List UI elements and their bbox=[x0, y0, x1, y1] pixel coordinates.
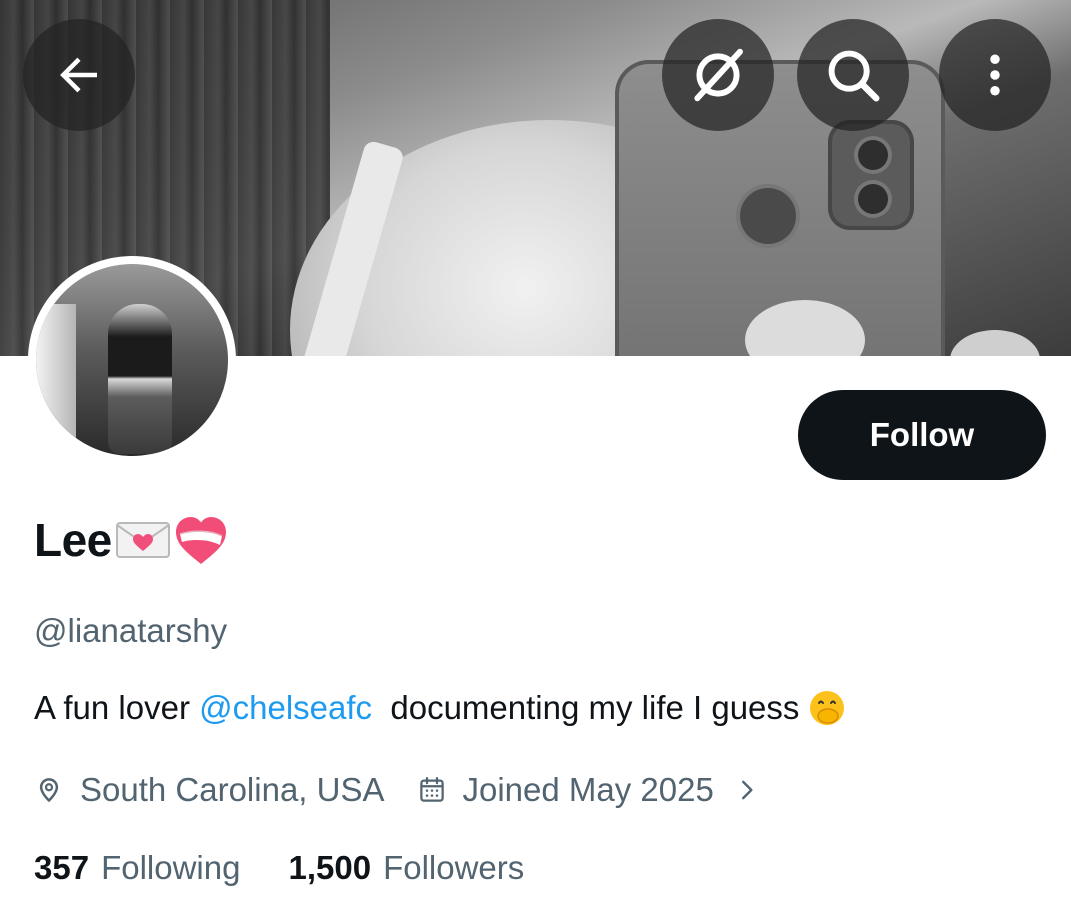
followers-count: 1,500 bbox=[288, 849, 372, 886]
following-label: Following bbox=[101, 849, 241, 886]
following-count: 357 bbox=[34, 849, 90, 886]
joined-item[interactable]: Joined May 2025 bbox=[417, 771, 776, 809]
love-letter-emoji bbox=[115, 522, 170, 558]
display-name-text: Lee bbox=[34, 514, 112, 566]
avatar-photo bbox=[36, 264, 228, 456]
display-name-emojis bbox=[114, 512, 230, 568]
chevron-right-icon[interactable] bbox=[734, 777, 776, 803]
banner-photo-lens bbox=[858, 184, 888, 214]
calendar-icon bbox=[419, 777, 444, 802]
avatar-photo-figure bbox=[108, 304, 172, 454]
more-vertical-icon bbox=[990, 54, 1000, 96]
profile-handle: @lianatarshy bbox=[34, 612, 228, 649]
profile-avatar[interactable] bbox=[28, 256, 236, 464]
grok-button[interactable] bbox=[662, 19, 774, 131]
grok-icon bbox=[694, 48, 743, 102]
profile-bio: A fun lover @chelseafc documenting my li… bbox=[34, 688, 847, 728]
display-name: Lee bbox=[34, 512, 230, 568]
avatar-photo-door bbox=[36, 304, 76, 456]
location-pin-icon bbox=[39, 778, 59, 803]
arrow-left-icon bbox=[60, 57, 97, 93]
followers-label: Followers bbox=[383, 849, 525, 886]
search-icon bbox=[828, 50, 880, 102]
follow-button[interactable]: Follow bbox=[798, 390, 1046, 480]
back-button[interactable] bbox=[23, 19, 135, 131]
search-button[interactable] bbox=[797, 19, 909, 131]
banner-photo-lens bbox=[740, 188, 796, 244]
profile-meta: South Carolina, USA Joined May 2025 bbox=[34, 768, 776, 812]
banner-photo-finger bbox=[950, 330, 1040, 356]
face-with-hand-over-mouth-emoji bbox=[810, 691, 845, 725]
bio-mention-link[interactable]: @chelseafc bbox=[199, 689, 372, 727]
bio-text-prefix: A fun lover bbox=[34, 689, 200, 726]
joined-text: Joined May 2025 bbox=[462, 771, 714, 808]
following-link[interactable]: 357 Following bbox=[34, 849, 240, 887]
banner-photo-lens bbox=[858, 140, 888, 170]
location-text: South Carolina, USA bbox=[80, 771, 385, 808]
bio-text-suffix: documenting my life I guess bbox=[372, 689, 800, 726]
mending-heart-emoji bbox=[175, 517, 226, 564]
followers-link[interactable]: 1,500 Followers bbox=[288, 849, 524, 887]
profile-stats: 357 Following 1,500 Followers bbox=[34, 846, 524, 890]
location-item: South Carolina, USA bbox=[34, 771, 385, 809]
more-options-button[interactable] bbox=[939, 19, 1051, 131]
